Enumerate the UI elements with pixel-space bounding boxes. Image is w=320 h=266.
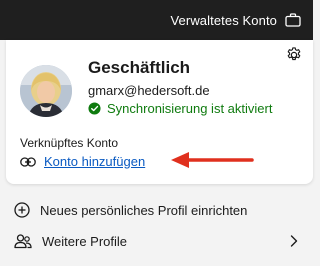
managed-account-bar: Verwaltetes Konto (0, 0, 313, 40)
plus-circle-icon (14, 202, 30, 218)
sync-status-text: Synchronisierung ist aktiviert (107, 101, 273, 116)
avatar-photo (20, 65, 72, 117)
more-profiles-label: Weitere Profile (42, 233, 128, 249)
profile-card: Geschäftlich gmarx@hedersoft.de Synchron… (6, 40, 313, 184)
new-profile-label: Neues persönliches Profil einrichten (40, 202, 248, 218)
profile-email: gmarx@hedersoft.de (88, 83, 210, 98)
gear-icon[interactable] (285, 46, 303, 64)
more-profiles-button[interactable]: Weitere Profile (14, 228, 304, 254)
add-account-link[interactable]: Konto hinzufügen (44, 154, 145, 169)
annotation-arrow (171, 152, 254, 168)
profile-name: Geschäftlich (88, 58, 191, 77)
check-circle-icon (88, 102, 101, 115)
briefcase-icon (285, 13, 301, 27)
add-account-row[interactable]: Konto hinzufügen (20, 154, 145, 169)
linked-account-label: Verknüpftes Konto (20, 136, 119, 150)
avatar (20, 65, 72, 117)
people-icon (14, 234, 32, 249)
new-personal-profile-button[interactable]: Neues persönliches Profil einrichten (14, 197, 304, 223)
link-icon (20, 156, 36, 167)
sync-status: Synchronisierung ist aktiviert (88, 101, 272, 116)
managed-account-label: Verwaltetes Konto (170, 12, 277, 28)
chevron-right-icon (290, 235, 298, 247)
